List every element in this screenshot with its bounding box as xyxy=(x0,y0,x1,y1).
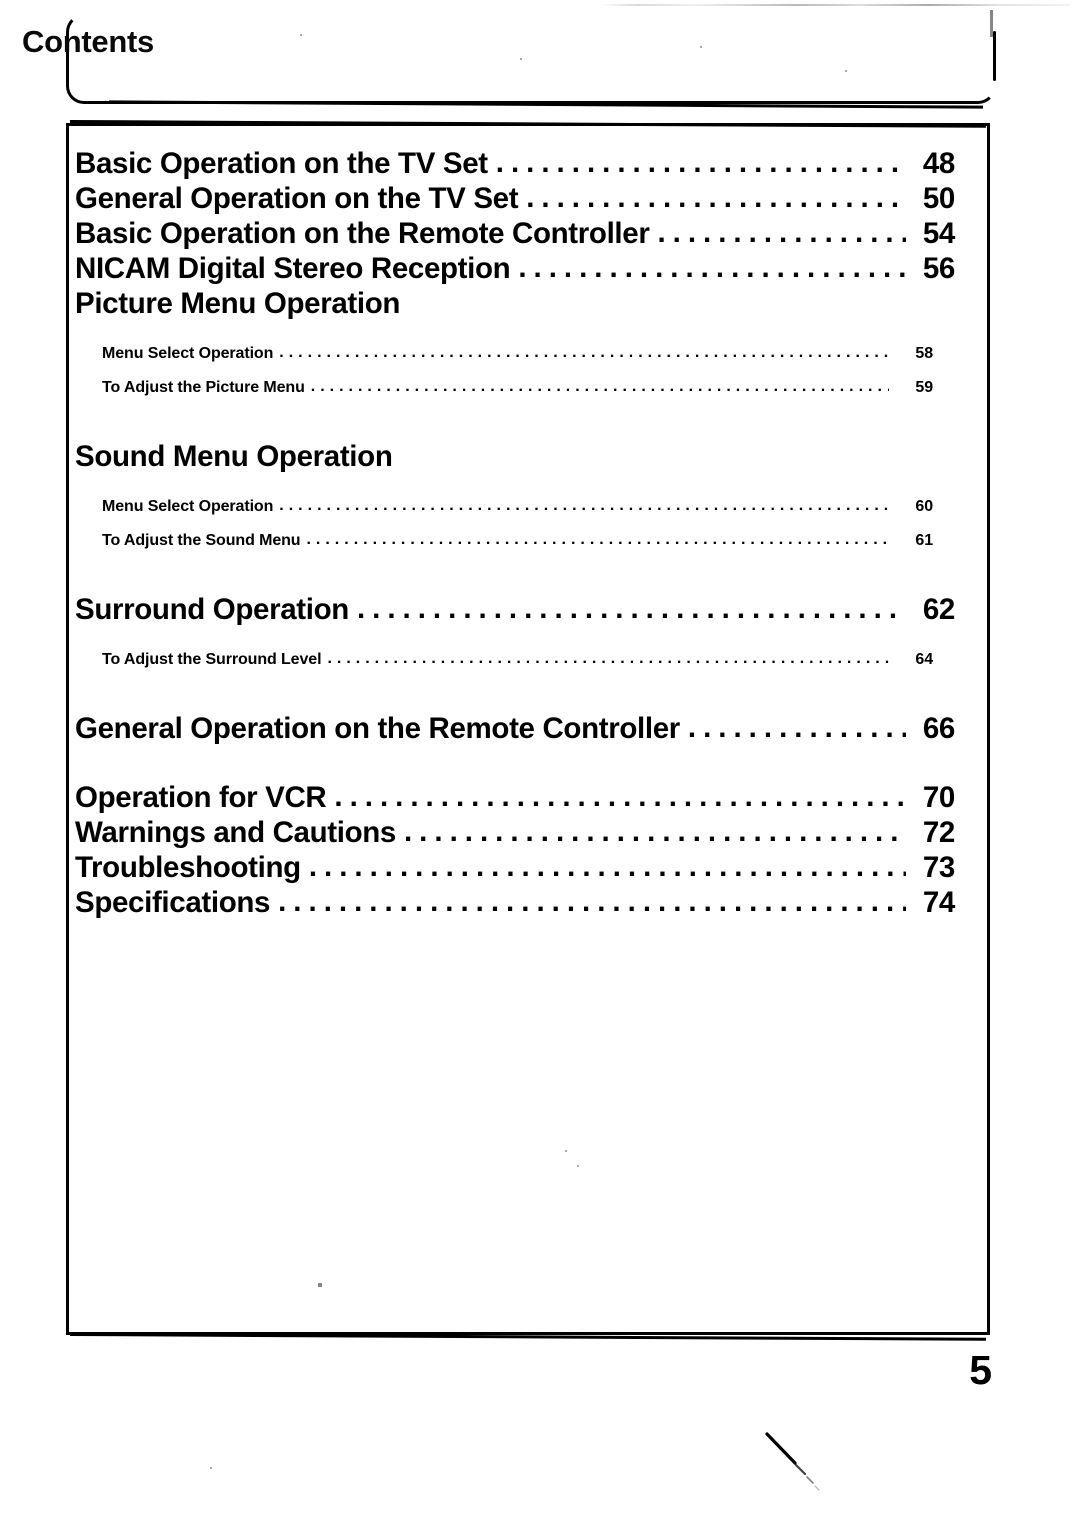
toc-leader-dots: ........................................… xyxy=(334,780,906,813)
footer-page-number: 5 xyxy=(969,1347,992,1393)
toc-spacer xyxy=(75,746,955,780)
toc-entry-label: Menu Select Operation xyxy=(102,345,274,362)
toc-entry-label: General Operation on the Remote Controll… xyxy=(75,712,680,745)
toc-entry-major[interactable]: General Operation on the TV Set.........… xyxy=(75,181,955,216)
toc-entry-label: To Adjust the Surround Level xyxy=(102,651,322,668)
toc-spacer xyxy=(75,558,955,592)
toc-entry-page-number: 64 xyxy=(915,651,933,668)
toc-entry-major[interactable]: Troubleshooting.........................… xyxy=(75,850,955,885)
toc-entry-label: Warnings and Cautions xyxy=(75,816,396,849)
table-of-contents-list: Basic Operation on the TV Set...........… xyxy=(75,146,955,920)
toc-entry-major[interactable]: General Operation on the Remote Controll… xyxy=(75,711,955,746)
toc-entry-label: NICAM Digital Stereo Reception xyxy=(75,252,511,285)
toc-spacer xyxy=(75,474,955,490)
toc-leader-dots: ........................................… xyxy=(310,378,889,395)
toc-entry-minor[interactable]: Menu Select Operation...................… xyxy=(75,490,955,524)
toc-leader-dots: ........................................… xyxy=(278,885,906,918)
header-right-edge xyxy=(993,31,996,81)
toc-entry-label: Picture Menu Operation xyxy=(75,287,401,320)
toc-leader-dots: ........................................… xyxy=(356,592,906,625)
toc-entry-page-number: 62 xyxy=(922,593,955,626)
page-title: Contents xyxy=(22,24,154,59)
toc-leader-dots: ........................................… xyxy=(518,251,906,284)
toc-entry-page-number: 61 xyxy=(915,532,933,549)
toc-spacer xyxy=(75,321,955,337)
toc-entry-major[interactable]: Warnings and Cautions...................… xyxy=(75,815,955,850)
toc-leader-dots: ........................................… xyxy=(495,146,906,179)
toc-entry-page-number: 59 xyxy=(915,379,933,396)
toc-entry-minor[interactable]: To Adjust the Picture Menu..............… xyxy=(75,371,955,405)
toc-entry-page-number: 70 xyxy=(922,781,955,814)
toc-entry-label: Basic Operation on the Remote Controller xyxy=(75,217,650,250)
toc-spacer xyxy=(75,677,955,711)
pen-stroke-artifact xyxy=(765,1432,820,1491)
contents-header-box xyxy=(66,14,996,109)
toc-entry-label: Sound Menu Operation xyxy=(75,440,393,473)
toc-entry-major[interactable]: Surround Operation......................… xyxy=(75,592,955,627)
toc-entry-label: General Operation on the TV Set xyxy=(75,182,519,215)
toc-entry-page-number: 56 xyxy=(922,252,955,285)
toc-entry-label: Operation for VCR xyxy=(75,781,327,814)
toc-entry-minor[interactable]: Menu Select Operation...................… xyxy=(75,337,955,371)
toc-entry-page-number: 50 xyxy=(922,182,955,215)
toc-entry-minor[interactable]: To Adjust the Surround Level............… xyxy=(75,643,955,677)
toc-entry-label: Surround Operation xyxy=(75,593,349,626)
toc-leader-dots: ........................................… xyxy=(306,531,889,548)
toc-leader-dots: ........................................… xyxy=(526,181,906,214)
toc-entry-label: Basic Operation on the TV Set xyxy=(75,147,488,180)
toc-entry-label: Troubleshooting xyxy=(75,851,301,884)
toc-entry-label: Menu Select Operation xyxy=(102,498,274,515)
toc-spacer xyxy=(75,627,955,643)
toc-leader-dots: ........................................… xyxy=(403,815,906,848)
header-bottom-rule xyxy=(108,100,984,109)
toc-entry-major[interactable]: Basic Operation on the Remote Controller… xyxy=(75,216,955,251)
toc-leader-dots: ........................................… xyxy=(279,497,889,514)
toc-leader-dots: ........................................… xyxy=(327,650,889,667)
toc-entry-page-number: 60 xyxy=(915,498,933,515)
toc-entry-major[interactable]: Sound Menu Operation....................… xyxy=(75,439,955,474)
toc-entry-page-number: 74 xyxy=(922,886,955,919)
toc-entry-label: To Adjust the Picture Menu xyxy=(102,379,305,396)
toc-entry-minor[interactable]: To Adjust the Sound Menu................… xyxy=(75,524,955,558)
toc-leader-dots: ........................................… xyxy=(279,344,889,361)
toc-entry-major[interactable]: NICAM Digital Stereo Reception..........… xyxy=(75,251,955,286)
scan-speck xyxy=(210,1467,212,1469)
toc-entry-major[interactable]: Basic Operation on the TV Set...........… xyxy=(75,146,955,181)
toc-entry-label: Specifications xyxy=(75,886,271,919)
toc-spacer xyxy=(75,405,955,439)
toc-leader-dots: ........................................… xyxy=(687,711,906,744)
toc-entry-label: To Adjust the Sound Menu xyxy=(102,532,301,549)
toc-entry-page-number: 73 xyxy=(922,851,955,884)
toc-entry-page-number: 48 xyxy=(922,147,955,180)
toc-entry-major[interactable]: Picture Menu Operation..................… xyxy=(75,286,955,321)
toc-entry-page-number: 54 xyxy=(922,217,955,250)
toc-entry-page-number: 66 xyxy=(922,712,955,745)
toc-entry-page-number: 72 xyxy=(922,816,955,849)
scan-top-streak xyxy=(600,4,1070,6)
toc-entry-major[interactable]: Operation for VCR.......................… xyxy=(75,780,955,815)
toc-entry-major[interactable]: Specifications..........................… xyxy=(75,885,955,920)
toc-leader-dots: ........................................… xyxy=(657,216,906,249)
toc-leader-dots: ........................................… xyxy=(308,850,906,883)
toc-entry-page-number: 58 xyxy=(915,345,933,362)
